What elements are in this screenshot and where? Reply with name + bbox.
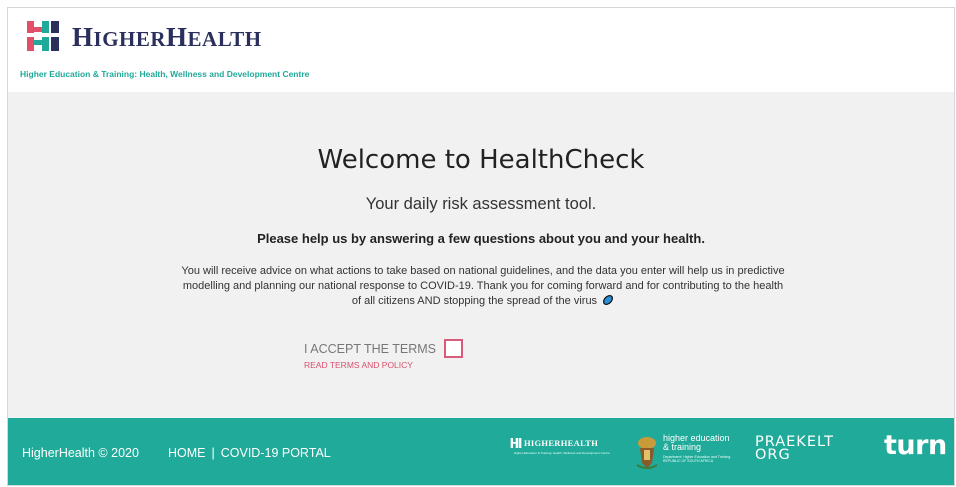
page-frame: HIGHERHEALTH Higher Education & Training… [7,7,955,486]
brand-tagline: Higher Education & Training: Health, Wel… [20,69,310,79]
copyright-text: HigherHealth © 2020 [22,446,139,460]
partner-higherhealth-name: HIGHERHEALTH [524,438,599,448]
partner-dhet-line2: & training [663,442,702,452]
intro-body-text: You will receive advice on what actions … [181,265,785,307]
partner-logo-turn[interactable]: turn [884,430,947,461]
higherhealth-mark-icon [510,438,522,448]
accept-terms-label: I ACCEPT THE TERMS [304,342,436,356]
partner-logo-dhet[interactable]: higher education & training Department: … [635,433,740,475]
footer-nav: HOME | COVID-19 PORTAL [168,446,331,460]
partner-logo-praekelt[interactable]: PRAEKELT ORG [755,435,834,463]
accept-terms-checkbox[interactable] [444,339,463,358]
brand-name: HIGHERHEALTH [72,22,262,52]
intro-prompt: Please help us by answering a few questi… [257,231,705,246]
virus-icon [603,295,614,305]
site-header: HIGHERHEALTH Higher Education & Training… [8,8,954,92]
page-subtitle: Your daily risk assessment tool. [365,195,597,213]
main-content: Welcome to HealthCheck Your daily risk a… [8,92,954,418]
coat-of-arms-icon [636,437,658,469]
footer-portal-link[interactable]: COVID-19 PORTAL [221,446,331,460]
higherhealth-logo-icon[interactable] [25,18,61,54]
partner-logo-higherhealth[interactable]: HIGHERHEALTH Higher Education & Training… [508,436,618,460]
footer-home-link[interactable]: HOME [168,446,206,460]
partner-higherhealth-tagline: Higher Education & Training: Health, Wel… [514,451,610,455]
terms-policy-link[interactable]: READ TERMS AND POLICY [304,360,413,370]
partner-dhet-line3: Department: Higher Education and Trainin… [663,455,730,463]
partner-dhet-country: REPUBLIC OF SOUTH AFRICA [663,459,714,463]
intro-body: You will receive advice on what actions … [178,264,788,309]
footer-nav-separator: | [211,446,215,460]
page-title: Welcome to HealthCheck [317,145,645,175]
partner-praekelt-line2: ORG [755,447,791,463]
site-footer: HigherHealth © 2020 HOME | COVID-19 PORTAL… [8,418,954,485]
